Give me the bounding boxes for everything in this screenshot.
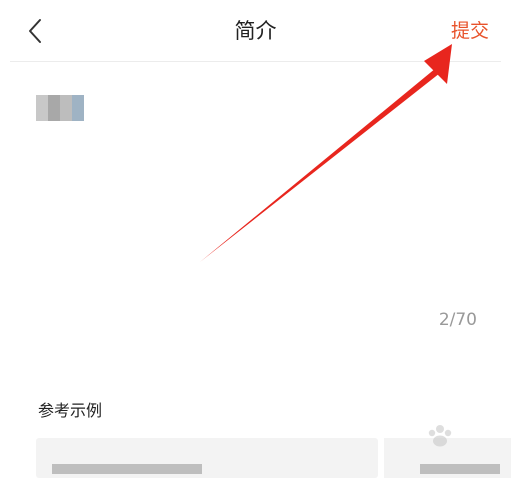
blur-segment xyxy=(36,95,48,121)
blur-segment xyxy=(60,95,72,121)
blurred-example-text xyxy=(52,464,202,474)
paw-icon xyxy=(428,425,452,447)
blur-segment xyxy=(72,95,84,121)
intro-text-blurred[interactable] xyxy=(36,95,84,121)
header-divider xyxy=(10,61,501,62)
example-card[interactable] xyxy=(36,438,378,478)
submit-button[interactable]: 提交 xyxy=(451,16,489,46)
blurred-example-text xyxy=(420,464,500,474)
example-section-title: 参考示例 xyxy=(38,401,103,420)
char-counter: 2/70 xyxy=(438,310,477,330)
page-title: 简介 xyxy=(234,19,277,43)
blur-segment xyxy=(48,95,60,121)
top-bar: 简介 提交 xyxy=(0,0,511,62)
